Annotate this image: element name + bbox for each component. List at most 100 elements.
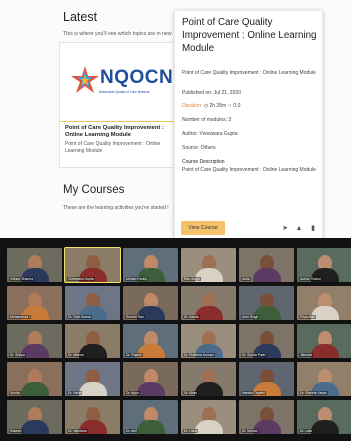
participant-name: Ashok Thakur [299,277,322,281]
participant-name: Suresh Rao [125,315,145,319]
participant-body [194,382,223,396]
participant-tile[interactable]: Dr. Kiran [181,362,236,396]
star-icon: ☆ [227,103,233,109]
participant-tile[interactable]: Dr. Shilpa [7,324,62,358]
duration-value: 2h 28m [209,103,227,109]
participant-tile[interactable]: Jitendra [297,324,351,358]
learning-portal-panel: Latest This is where you'll see which to… [0,0,351,238]
card-divider [60,121,178,122]
participant-body [194,420,223,434]
participant-tile[interactable]: Harsha Tripathi [239,362,294,396]
participant-name: Dr. Sunita Patel [241,353,267,357]
participant-name: Dr. Arjun [125,391,141,395]
popup-modules: Number of modules: 3 [182,117,232,123]
participant-tile[interactable]: Mohan Reddy [123,248,178,282]
participant-name: Dr. Pratibha Kumari [183,353,215,357]
video-call-gallery: Vishnu Sharma Viveswara Gupta Mohan Reddy R… [0,238,351,441]
participant-tile[interactable]: Dr. Meena [65,324,120,358]
participant-body [20,382,49,396]
participant-tile[interactable]: Dr. Usha [181,400,236,434]
participant-name: Sunita [9,391,21,395]
view-course-button[interactable]: View Course [181,221,225,235]
clock-icon: ◷ [203,103,209,109]
participant-body [78,382,107,396]
participant-tile[interactable]: Vishnu Sharma [7,248,62,282]
participant-name: Dr. Kiran [183,391,199,395]
participant-tile[interactable]: Suresh Rao [123,286,178,320]
bookmark-icon[interactable]: ▮ [309,225,317,233]
share-icon[interactable]: ➤ [281,225,289,233]
participant-tile[interactable]: Dr. Neha [65,362,120,396]
participant-name: Vishnu Sharma [9,277,35,281]
nqocn-logo: NQOCN Nationwide Quality of Care Network [66,63,174,113]
popup-duration-row: Duration: ◷ 2h 28m ☆ 0.0 [182,103,316,110]
participant-tile[interactable]: Rakesh [7,400,62,434]
participant-tile[interactable]: Dr. Arjun [123,362,178,396]
participant-name: Dr. Vandana [67,429,88,433]
participant-tile[interactable]: Viveswara Gupta [64,247,121,283]
participant-tile[interactable]: Dr. Anil [123,400,178,434]
participant-name: Viveswara Gupta [67,277,95,281]
participant-tile[interactable]: Ashok Thakur [297,248,351,282]
course-card[interactable]: NQOCN Nationwide Quality of Care Network… [59,42,179,168]
participant-tile[interactable]: Ritu Singh [181,248,236,282]
course-description-label: Course Description [182,159,225,165]
participant-tile[interactable]: Dr. Vandana [65,400,120,434]
popup-source: Source: Others [182,145,216,151]
course-description: Point of Care Quality Improvement : Onli… [182,167,316,173]
latest-subtitle: This is where you'll see which topics ar… [63,31,172,37]
participant-tile[interactable]: Dr. Lata [297,400,351,434]
participant-body [310,420,339,434]
participant-tile[interactable]: Dr. Shweta Yadav [297,362,351,396]
participant-name: Priya Nair [299,315,316,319]
popup-published: Published on: Jul 21, 2020 [182,90,241,96]
participant-body [136,420,165,434]
participant-tile[interactable]: Dr. Pratibha Kumari [181,324,236,358]
participant-tile[interactable]: Anita [239,248,294,282]
participant-tile[interactable]: Priya Nair [297,286,351,320]
course-detail-popup: Point of Care Quality Improvement : Onli… [174,10,323,238]
course-card-title[interactable]: Point of Care Quality Improvement : Onli… [65,125,173,139]
participant-name: Dr. Meena [67,353,85,357]
duration-label: Duration: [182,103,203,109]
participant-name: Dr. Shilpa [9,353,26,357]
participant-name: Anita [241,277,251,281]
course-card-description: Point of Care Quality Improvement : Onli… [65,141,161,154]
participant-tile[interactable]: Mohammad I [7,286,62,320]
participant-name: Dr. Rajesh [125,353,143,357]
participant-name: Dr. Mohan [241,429,259,433]
participant-name: Dr. Neha [67,391,83,395]
participant-body [136,382,165,396]
star-logo-icon [71,66,99,93]
popup-title: Point of Care Quality Improvement : Onli… [182,17,317,54]
participant-name: Dr. Shweta Yadav [299,391,328,395]
participant-name: Dr. Ravi Kumar [67,315,92,319]
participant-body [252,268,281,282]
participant-name: Dr. Lata [299,429,313,433]
participant-tile[interactable]: Dr. Sunita Patel [239,324,294,358]
participant-tile[interactable]: Dr. Rajesh [123,324,178,358]
participant-name: Mohan Reddy [125,277,149,281]
logo-tagline: Nationwide Quality of Care Network [99,90,150,94]
participant-tile[interactable]: Sunita [7,362,62,396]
participant-name: Jitendra [299,353,314,357]
thumbs-up-icon[interactable]: ▲ [295,225,303,233]
participant-name: Dr. Anil [125,429,138,433]
participant-name: Mohammad I [9,315,31,319]
participant-name: Harsha Tripathi [241,391,266,395]
participant-name: Dr. Kavita [183,315,200,319]
participant-body [20,420,49,434]
rating-value: 0.0 [233,103,241,109]
my-courses-subtitle: These are the learning activities you've… [63,205,169,211]
latest-heading: Latest [63,10,98,24]
participant-name: Ritu Singh [183,277,201,281]
participant-name: Amit Singh [241,315,260,319]
participant-body [310,344,339,358]
logo-text: NQOCN [100,67,174,88]
participant-tile[interactable]: Dr. Kavita [181,286,236,320]
participant-tile[interactable]: Amit Singh [239,286,294,320]
participant-tile[interactable]: Dr. Ravi Kumar [65,286,120,320]
participant-name: Rakesh [9,429,23,433]
popup-author: Author: Viveswara Gupta [182,131,238,137]
participant-tile[interactable]: Dr. Mohan [239,400,294,434]
